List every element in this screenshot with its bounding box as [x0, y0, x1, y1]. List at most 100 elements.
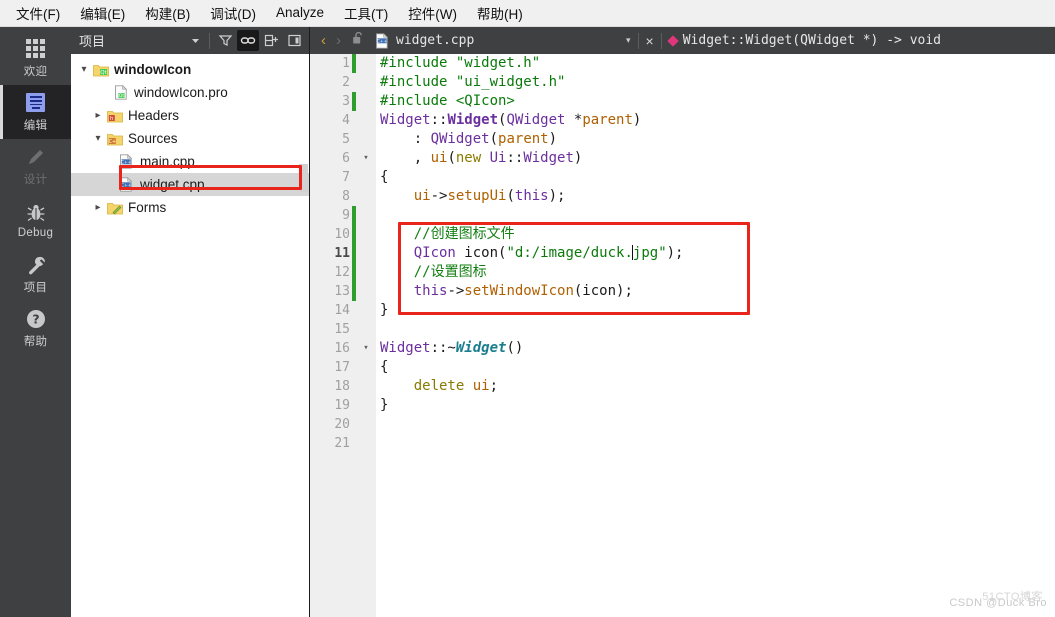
line-number: 1 [342, 56, 350, 71]
code-line[interactable]: 10 //创建图标文件 [310, 225, 683, 244]
project-panel-title: 项目 [79, 34, 106, 49]
expand-twisty-icon[interactable]: ▾ [91, 133, 105, 144]
unlocked-padlock-icon[interactable] [352, 31, 365, 50]
tree-item-main-cpp[interactable]: C++ main.cpp [71, 150, 309, 173]
menu-analyze[interactable]: Analyze [266, 2, 334, 24]
code-line[interactable]: 18 delete ui; [310, 377, 683, 396]
code-token: Widget [380, 112, 431, 128]
code-line[interactable]: 11 QIcon icon("d:/image/duck.jpg"); [310, 244, 683, 263]
code-token: "d:/image/duck. [506, 245, 633, 261]
menu-window[interactable]: 控件(W) [398, 0, 467, 27]
code-line[interactable]: 20 [310, 415, 683, 434]
close-panel-icon[interactable] [283, 30, 305, 51]
edit-document-icon [26, 92, 45, 114]
code-line[interactable]: 7{ [310, 168, 683, 187]
code-line[interactable]: 15 [310, 320, 683, 339]
code-line[interactable]: 16 ▾ Widget::~Widget() [310, 339, 683, 358]
code-text: } [376, 301, 388, 320]
code-text: QIcon icon("d:/image/duck.jpg"); [376, 244, 683, 263]
tree-item-forms[interactable]: ▸ Forms [71, 196, 309, 219]
code-token: :: [430, 112, 448, 128]
svg-text:C+: C+ [109, 139, 116, 145]
tree-item-widget-cpp[interactable]: C++ widget.cpp [71, 173, 309, 196]
menu-file[interactable]: 文件(F) [6, 0, 70, 27]
menu-debug[interactable]: 调试(D) [200, 0, 266, 27]
line-number: 16 [334, 341, 350, 356]
sidebar-item-projects[interactable]: 项目 [0, 247, 71, 301]
navigate-forward-icon[interactable]: › [331, 32, 346, 49]
sidebar-label-welcome: 欢迎 [23, 65, 48, 78]
code-line[interactable]: 6 ▾ , ui(new Ui::Widget) [310, 149, 683, 168]
editor-file-tab[interactable]: C++ widget.cpp [369, 32, 474, 49]
tree-item-pro-file[interactable]: Qt windowIcon.pro [71, 81, 309, 104]
code-line[interactable]: 2 #include "ui_widget.h" [310, 73, 683, 92]
sidebar-item-help[interactable]: ? 帮助 [0, 301, 71, 355]
fold-arrow-icon[interactable]: ▾ [356, 149, 376, 168]
code-token: ) [548, 131, 558, 147]
sidebar-item-design[interactable]: 设计 [0, 139, 71, 193]
code-token: #include [380, 55, 456, 71]
bug-icon [25, 202, 47, 224]
line-number: 17 [334, 360, 350, 375]
code-line[interactable]: 21 [310, 434, 683, 453]
code-line[interactable]: 19} [310, 396, 683, 415]
fold-arrow-icon[interactable]: ▾ [356, 339, 376, 358]
svg-text:Qt: Qt [100, 70, 107, 76]
code-text: : QWidget(parent) [376, 130, 557, 149]
code-token: "ui_widget.h" [455, 74, 566, 90]
split-add-icon[interactable] [260, 30, 282, 51]
current-symbol-label[interactable]: Widget::Widget(QWidget *) -> void [683, 33, 941, 48]
change-marker [352, 244, 356, 263]
code-line[interactable]: 14} [310, 301, 683, 320]
link-sync-icon[interactable] [237, 30, 259, 51]
collapse-twisty-icon[interactable]: ▸ [91, 110, 105, 121]
sidebar-item-debug[interactable]: Debug [0, 193, 71, 247]
code-line[interactable]: 9 [310, 206, 683, 225]
code-line[interactable]: 1 #include "widget.h" [310, 54, 683, 73]
code-token: parent [498, 131, 549, 147]
close-file-icon[interactable]: × [646, 33, 654, 49]
svg-text:h: h [110, 116, 114, 122]
activity-sidebar: 欢迎 编辑 设计 Debug 项目 ? 帮助 [0, 27, 71, 617]
code-text: Widget::~Widget() [376, 339, 523, 358]
code-token: ui [413, 188, 431, 204]
code-token: } [380, 397, 389, 413]
tree-item-headers[interactable]: ▸ h Headers [71, 104, 309, 127]
line-number: 4 [342, 113, 350, 128]
code-line[interactable]: 12 //设置图标 [310, 263, 683, 282]
code-line[interactable]: 13 this->setWindowIcon(icon); [310, 282, 683, 301]
chevron-down-icon[interactable] [184, 30, 206, 51]
editor-toolbar: ‹ › C++ widget.cpp ▾ × Widget::Widget(QW… [310, 27, 1055, 54]
code-token: "widget.h" [455, 55, 541, 71]
menu-tools[interactable]: 工具(T) [334, 0, 398, 27]
code-token: Widget [447, 112, 499, 128]
file-dropdown-caret-icon[interactable]: ▾ [626, 35, 631, 46]
code-canvas[interactable]: 1 #include "widget.h" 2 #include "ui_widget… [310, 54, 1055, 617]
navigate-back-icon[interactable]: ‹ [316, 32, 331, 49]
menu-edit[interactable]: 编辑(E) [70, 0, 135, 27]
code-line[interactable]: 8 ui->setupUi(this); [310, 187, 683, 206]
line-number: 15 [334, 322, 350, 337]
change-marker-empty [352, 111, 356, 130]
code-line[interactable]: 5 : QWidget(parent) [310, 130, 683, 149]
menu-help[interactable]: 帮助(H) [467, 0, 533, 27]
line-number: 9 [342, 208, 350, 223]
filter-icon[interactable] [214, 30, 236, 51]
tree-item-sources[interactable]: ▾ C+ Sources [71, 127, 309, 150]
collapse-twisty-icon[interactable]: ▸ [91, 202, 105, 213]
sidebar-item-welcome[interactable]: 欢迎 [0, 31, 71, 85]
sidebar-item-edit[interactable]: 编辑 [0, 85, 71, 139]
code-line[interactable]: 3 #include <QIcon> [310, 92, 683, 111]
code-token: jpg" [632, 245, 667, 261]
menu-build[interactable]: 构建(B) [135, 0, 200, 27]
code-token: parent [582, 112, 633, 128]
code-line[interactable]: 4 Widget::Widget(QWidget *parent) [310, 111, 683, 130]
code-line[interactable]: 17 { [310, 358, 683, 377]
tree-label: main.cpp [140, 154, 195, 169]
tree-item-project-root[interactable]: ▾ Qt windowIcon [71, 58, 309, 81]
project-panel-scrollbar-thumb[interactable] [299, 164, 308, 192]
change-marker-empty [352, 301, 356, 320]
expand-twisty-icon[interactable]: ▾ [77, 64, 91, 75]
